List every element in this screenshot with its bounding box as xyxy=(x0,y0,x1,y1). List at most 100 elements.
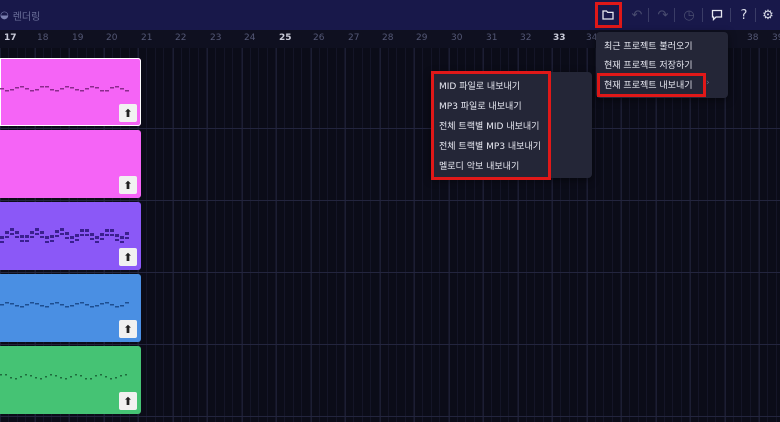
grid-subline xyxy=(672,48,673,422)
grid-line xyxy=(759,48,760,422)
upload-button[interactable]: ⬆ xyxy=(119,176,137,194)
grid-subline xyxy=(301,48,302,422)
redo-icon: ↷ xyxy=(657,7,669,23)
toolbar-divider xyxy=(702,8,703,22)
ruler-bar-label: 23 xyxy=(210,33,222,43)
track-clip[interactable]: ⬆ xyxy=(0,346,141,414)
ruler-bar-label: 20 xyxy=(106,33,118,43)
ruler-bar-label: 19 xyxy=(72,33,84,43)
project-title[interactable]: ◒ 렌더링 xyxy=(0,8,40,23)
settings-button[interactable]: ⚙ xyxy=(757,4,779,26)
grid-subline xyxy=(310,48,311,422)
ruler-bar-label: 21 xyxy=(141,33,153,43)
grid-line xyxy=(242,48,243,422)
grid-subline xyxy=(422,48,423,422)
grid-subline xyxy=(715,48,716,422)
track-clip[interactable]: ⬆ xyxy=(0,202,141,270)
grid-line xyxy=(380,48,381,422)
grid-subline xyxy=(267,48,268,422)
grid-subline xyxy=(767,48,768,422)
feedback-button[interactable] xyxy=(706,4,728,26)
help-button[interactable]: ? xyxy=(733,4,755,26)
undo-button[interactable]: ↶ xyxy=(626,4,648,26)
grid-line xyxy=(656,48,657,422)
grid-subline xyxy=(189,48,190,422)
track-clip[interactable]: ⬆ xyxy=(0,58,141,126)
ruler-bar-label: 39 xyxy=(772,33,780,43)
grid-subline xyxy=(362,48,363,422)
grid-subline xyxy=(258,48,259,422)
grid-subline xyxy=(388,48,389,422)
grid-subline xyxy=(776,48,777,422)
ruler-bar-label: 29 xyxy=(416,33,428,43)
highlight-folder xyxy=(595,2,622,28)
upload-icon: ⬆ xyxy=(123,250,133,264)
grid-subline xyxy=(698,48,699,422)
menu-item-load-recent[interactable]: 최근 프로젝트 불러오기 xyxy=(604,39,693,52)
grid-subline xyxy=(319,48,320,422)
grid-subline xyxy=(353,48,354,422)
note-pattern xyxy=(0,302,129,308)
top-toolbar: ◒ 렌더링 ↶ ↷ ◷ ? ⚙ xyxy=(0,0,780,30)
grid-line xyxy=(414,48,415,422)
note-pattern xyxy=(0,228,129,243)
grid-line xyxy=(173,48,174,422)
upload-icon: ⬆ xyxy=(123,394,133,408)
ruler-bar-label: 25 xyxy=(279,33,292,43)
note-pattern xyxy=(0,374,127,380)
ruler-bar-label: 17 xyxy=(4,33,17,43)
grid-subline xyxy=(750,48,751,422)
grid-subline xyxy=(344,48,345,422)
grid-line xyxy=(725,48,726,422)
undo-icon: ↶ xyxy=(631,7,643,23)
history-icon: ◷ xyxy=(683,7,695,23)
grid-subline xyxy=(664,48,665,422)
grid-subline xyxy=(681,48,682,422)
track-divider xyxy=(0,200,780,201)
ruler-bar-label: 27 xyxy=(348,33,360,43)
upload-button[interactable]: ⬆ xyxy=(119,392,137,410)
note-pattern xyxy=(0,154,130,174)
grid-subline xyxy=(163,48,164,422)
grid-subline xyxy=(241,48,242,422)
grid-subline xyxy=(206,48,207,422)
grid-subline xyxy=(172,48,173,422)
toolbar-divider xyxy=(730,8,731,22)
upload-button[interactable]: ⬆ xyxy=(119,104,137,122)
grid-line xyxy=(345,48,346,422)
toolbar-divider xyxy=(674,8,675,22)
track-divider xyxy=(0,416,780,417)
ruler-bar-label: 22 xyxy=(175,33,187,43)
grid-subline xyxy=(724,48,725,422)
note-pattern xyxy=(0,86,129,92)
track-divider xyxy=(0,272,780,273)
track-clip[interactable]: ⬆ xyxy=(0,274,141,342)
grid-subline xyxy=(741,48,742,422)
upload-button[interactable]: ⬆ xyxy=(119,248,137,266)
history-button[interactable]: ◷ xyxy=(678,4,700,26)
arrangement-grid[interactable]: ⬆ ⬆ ⬆ ⬆ ⬆ xyxy=(0,48,780,422)
grid-subline xyxy=(595,48,596,422)
redo-button[interactable]: ↷ xyxy=(652,4,674,26)
menu-item-save-project[interactable]: 현재 프로젝트 저장하기 xyxy=(604,58,693,71)
toolbar-divider xyxy=(648,8,649,22)
ruler-bar-label: 32 xyxy=(520,33,532,43)
track-divider xyxy=(0,128,780,129)
grid-subline xyxy=(250,48,251,422)
grid-subline xyxy=(284,48,285,422)
grid-subline xyxy=(707,48,708,422)
grid-subline xyxy=(638,48,639,422)
ruler-bar-label: 33 xyxy=(553,33,566,43)
grid-subline xyxy=(413,48,414,422)
grid-subline xyxy=(655,48,656,422)
highlight-export-submenu xyxy=(431,71,551,180)
upload-button[interactable]: ⬆ xyxy=(119,320,137,338)
grid-subline xyxy=(146,48,147,422)
project-name[interactable]: 렌더링 xyxy=(13,8,41,23)
ruler-bar-label: 24 xyxy=(244,33,256,43)
grid-subline xyxy=(620,48,621,422)
grid-subline xyxy=(232,48,233,422)
upload-icon: ⬆ xyxy=(123,178,133,192)
grid-subline xyxy=(293,48,294,422)
track-clip[interactable]: ⬆ xyxy=(0,130,141,198)
